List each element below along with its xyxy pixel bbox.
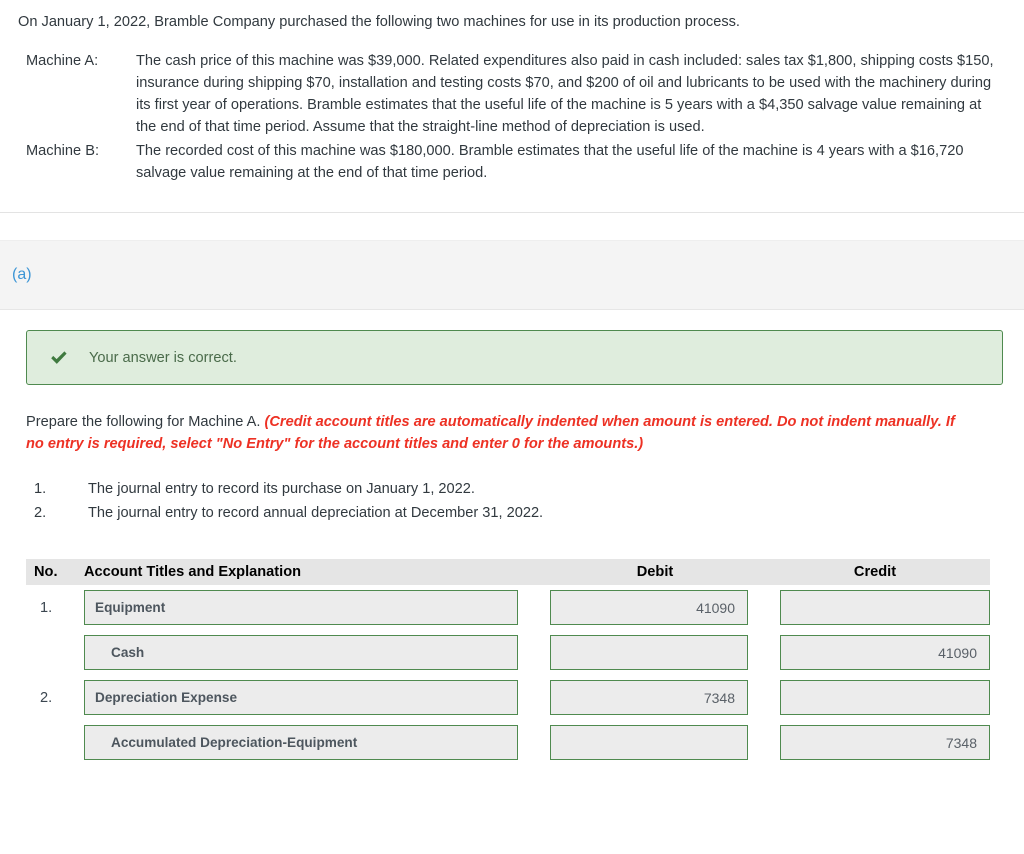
debit-amount-input[interactable] — [550, 725, 748, 760]
account-title-input[interactable]: Accumulated Depreciation-Equipment — [84, 725, 518, 760]
requirement-number: 2. — [34, 505, 47, 521]
account-title-input[interactable]: Depreciation Expense — [84, 680, 518, 715]
machine-b-label: Machine B: — [26, 143, 100, 159]
debit-cell — [550, 725, 780, 760]
table-row: 1. Equipment 41090 — [26, 585, 990, 630]
requirement-text: The journal entry to record its purchase… — [88, 481, 475, 497]
requirements-list: 1. The journal entry to record its purch… — [0, 455, 1024, 525]
account-title-cell: Accumulated Depreciation-Equipment — [84, 725, 550, 760]
credit-cell: 7348 — [780, 725, 990, 760]
requirement-number: 1. — [34, 481, 47, 497]
check-icon — [49, 348, 69, 368]
column-header-account-titles: Account Titles and Explanation — [84, 564, 302, 580]
debit-amount-input[interactable] — [550, 635, 748, 670]
credit-cell: 41090 — [780, 635, 990, 670]
column-header-debit: Debit — [636, 564, 674, 580]
answer-correct-banner: Your answer is correct. — [26, 330, 1003, 385]
requirement-item: 2. The journal entry to record annual de… — [34, 501, 1006, 525]
credit-amount-input[interactable] — [780, 680, 990, 715]
debit-amount-input[interactable]: 41090 — [550, 590, 748, 625]
table-row: 2. Depreciation Expense 7348 — [26, 675, 990, 720]
journal-entry-table: No. Account Titles and Explanation Debit… — [26, 559, 990, 765]
account-title-cell: Equipment — [84, 590, 550, 625]
debit-cell: 7348 — [550, 680, 780, 715]
credit-amount-input[interactable] — [780, 590, 990, 625]
credit-cell — [780, 590, 990, 625]
part-label: (a) — [12, 266, 32, 283]
part-a-band: (a) — [0, 240, 1024, 310]
requirement-text: The journal entry to record annual depre… — [88, 505, 544, 521]
feedback-text: Your answer is correct. — [89, 349, 237, 366]
machine-a-description: The cash price of this machine was $39,0… — [136, 53, 994, 135]
machine-b-description: The recorded cost of this machine was $1… — [136, 143, 964, 181]
row-number: 2. — [40, 689, 53, 706]
column-header-credit: Credit — [853, 564, 897, 580]
instruction-lead: Prepare the following for Machine A. — [26, 414, 265, 430]
debit-cell — [550, 635, 780, 670]
table-row: Accumulated Depreciation-Equipment 7348 — [26, 720, 990, 765]
machine-b-row: Machine B: The recorded cost of this mac… — [18, 140, 1006, 184]
debit-cell: 41090 — [550, 590, 780, 625]
problem-statement: On January 1, 2022, Bramble Company purc… — [0, 0, 1024, 184]
credit-amount-input[interactable]: 41090 — [780, 635, 990, 670]
instruction-paragraph: Prepare the following for Machine A. (Cr… — [0, 385, 989, 455]
debit-amount-input[interactable]: 7348 — [550, 680, 748, 715]
account-title-input[interactable]: Equipment — [84, 590, 518, 625]
account-title-cell: Cash — [84, 635, 550, 670]
machine-a-row: Machine A: The cash price of this machin… — [18, 50, 1006, 138]
column-header-no: No. — [34, 564, 58, 580]
requirement-item: 1. The journal entry to record its purch… — [34, 477, 1006, 501]
account-title-cell: Depreciation Expense — [84, 680, 550, 715]
feedback-region: Your answer is correct. — [0, 310, 1024, 385]
credit-amount-input[interactable]: 7348 — [780, 725, 990, 760]
table-row: Cash 41090 — [26, 630, 990, 675]
machine-a-label: Machine A: — [26, 53, 99, 69]
credit-cell — [780, 680, 990, 715]
account-title-input[interactable]: Cash — [84, 635, 518, 670]
section-divider — [0, 212, 1024, 213]
row-number: 1. — [40, 599, 53, 616]
machine-list: Machine A: The cash price of this machin… — [18, 50, 1006, 184]
problem-intro: On January 1, 2022, Bramble Company purc… — [18, 14, 740, 30]
journal-header-row: No. Account Titles and Explanation Debit… — [26, 559, 990, 585]
